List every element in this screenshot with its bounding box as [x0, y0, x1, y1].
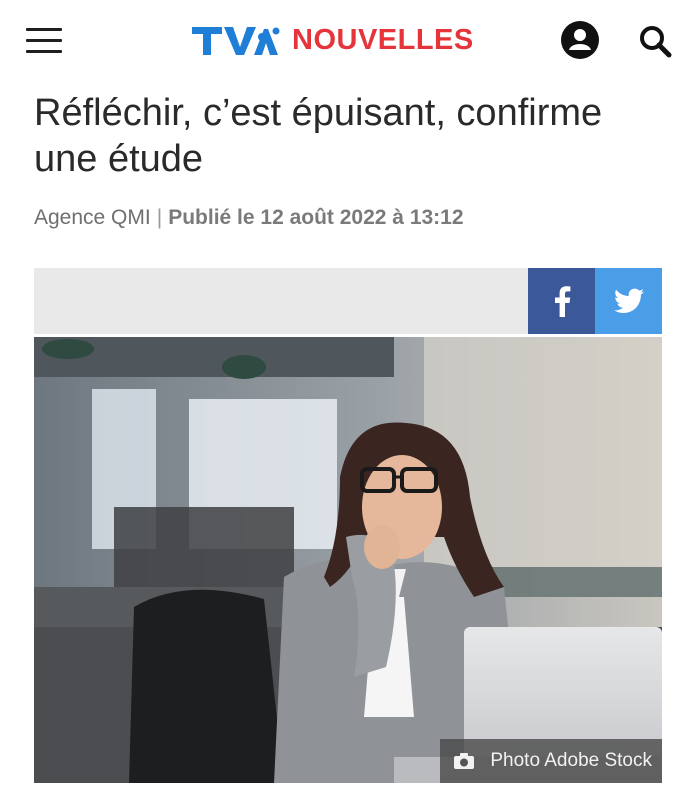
- camera-icon: [454, 753, 475, 769]
- author-name: Agence QMI: [34, 206, 151, 229]
- article-title: Réfléchir, c’est épuisant, confirme une …: [34, 92, 603, 180]
- site-logo[interactable]: NOUVELLES: [192, 20, 474, 60]
- share-bar: [34, 268, 662, 334]
- account-icon[interactable]: [560, 20, 600, 60]
- twitter-share-button[interactable]: [595, 268, 662, 334]
- article-photo[interactable]: Photo Adobe Stock: [34, 337, 662, 783]
- menu-icon[interactable]: [26, 28, 62, 54]
- publish-date: Publié le 12 août 2022 à 13:12: [168, 206, 464, 229]
- article-byline: Agence QMI | Publié le 12 août 2022 à 13:1…: [34, 203, 464, 233]
- search-icon[interactable]: [638, 24, 672, 58]
- facebook-icon: [554, 286, 570, 317]
- tva-logo-mark: [192, 27, 280, 55]
- top-navigation-bar: NOUVELLES: [0, 0, 695, 80]
- photo-credit: Photo Adobe Stock: [440, 739, 662, 783]
- byline-separator: |: [156, 206, 163, 229]
- photo-credit-text: Photo Adobe Stock: [490, 750, 652, 771]
- photo-illustration: [34, 337, 662, 783]
- twitter-icon: [613, 288, 644, 313]
- facebook-share-button[interactable]: [528, 268, 595, 334]
- logo-section-text: NOUVELLES: [292, 24, 474, 56]
